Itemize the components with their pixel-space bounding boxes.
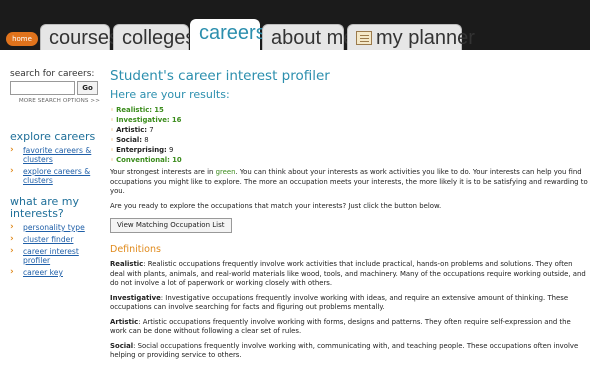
career-key-link[interactable]: career key: [23, 268, 63, 277]
chevron-right-icon: ›: [10, 222, 14, 232]
go-button[interactable]: Go: [77, 81, 98, 95]
results-heading: Here are your results:: [110, 88, 230, 101]
planner-icon: [356, 31, 372, 45]
score-value: 8: [144, 136, 149, 144]
bullet-icon: ◦: [110, 156, 115, 164]
list-item: › cluster finder: [10, 234, 100, 245]
score-item: ◦ Investigative: 16: [110, 115, 588, 125]
chevron-right-icon: ›: [10, 166, 14, 176]
main-content: Student's career interest profiler Here …: [110, 50, 588, 376]
page-title: Student's career interest profiler: [110, 68, 330, 84]
bullet-icon: ◦: [110, 146, 115, 154]
score-name: Realistic:: [116, 106, 153, 114]
definition-term: Investigative: [110, 293, 161, 302]
score-item: ◦ Conventional: 10: [110, 155, 588, 165]
personality-type-link[interactable]: personality type: [23, 223, 85, 232]
score-item: ◦ Enterprising: 9: [110, 145, 588, 155]
explore-careers-link[interactable]: explore careers & clusters: [23, 167, 90, 185]
home-button[interactable]: home: [6, 32, 38, 46]
definition-realistic: Realistic: Realistic occupations frequen…: [110, 260, 588, 289]
score-name: Investigative:: [116, 116, 170, 124]
list-item: › career key: [10, 267, 100, 278]
results-explanation: Your strongest interests are in green. Y…: [110, 168, 588, 197]
search-row: Go: [10, 81, 100, 95]
definition-term: Artistic: [110, 317, 139, 326]
list-item: › favorite careers & clusters: [10, 145, 100, 165]
score-value: 10: [172, 156, 182, 164]
score-list: ◦ Realistic: 15 ◦ Investigative: 16 ◦ Artis…: [110, 105, 588, 165]
definition-investigative: Investigative: Investigative occupations…: [110, 294, 588, 313]
definitions-heading: Definitions: [110, 244, 161, 255]
chevron-right-icon: ›: [10, 246, 14, 256]
score-name: Social:: [116, 136, 142, 144]
definition-text: : Realistic occupations frequently invol…: [110, 260, 586, 287]
career-interest-profiler-link[interactable]: career interest profiler: [23, 247, 79, 265]
score-name: Enterprising:: [116, 146, 167, 154]
chevron-right-icon: ›: [10, 145, 14, 155]
definition-term: Social: [110, 341, 134, 350]
favorite-careers-link[interactable]: favorite careers & clusters: [23, 146, 91, 164]
tab-my-planner[interactable]: my planner: [347, 24, 475, 50]
explanation-green-word: green: [215, 168, 236, 176]
chevron-right-icon: ›: [10, 234, 14, 244]
list-item: › personality type: [10, 222, 100, 233]
score-value: 7: [149, 126, 154, 134]
sidebar: search for careers: Go MORE SEARCH OPTIO…: [0, 50, 106, 376]
tab-about-me[interactable]: about me: [262, 24, 354, 50]
bullet-icon: ◦: [110, 106, 115, 114]
explore-careers-list: › favorite careers & clusters › explore ca…: [10, 145, 100, 186]
tab-careers[interactable]: careers: [190, 19, 266, 50]
definition-text: : Artistic occupations frequently involv…: [110, 317, 571, 336]
explanation-part: Your strongest interests are in: [110, 168, 216, 176]
search-input[interactable]: [10, 81, 75, 95]
score-item: ◦ Social: 8: [110, 135, 588, 145]
bullet-icon: ◦: [110, 136, 115, 144]
view-matching-occupations-button[interactable]: View Matching Occupation List: [110, 218, 232, 233]
definition-text: : Social occupations frequently involve …: [110, 341, 579, 360]
bullet-icon: ◦: [110, 126, 115, 134]
score-item: ◦ Realistic: 15: [110, 105, 588, 115]
explore-careers-heading: explore careers: [10, 130, 96, 143]
tab-courses[interactable]: courses: [40, 24, 119, 50]
chevron-right-icon: ›: [10, 267, 14, 277]
search-label: search for careers:: [10, 69, 95, 79]
score-name: Conventional:: [116, 156, 170, 164]
score-value: 15: [154, 106, 164, 114]
list-item: › career interest profiler: [10, 246, 100, 266]
definition-artistic: Artistic: Artistic occupations frequentl…: [110, 318, 588, 337]
cluster-finder-link[interactable]: cluster finder: [23, 235, 73, 244]
top-navigation: home courses colleges careers about me m…: [0, 0, 590, 50]
list-item: › explore careers & clusters: [10, 166, 100, 186]
tab-my-planner-label: my planner: [376, 27, 475, 49]
interests-list: › personality type › cluster finder › caree…: [10, 222, 100, 278]
tab-colleges[interactable]: colleges: [113, 24, 195, 50]
definition-text: : Investigative occupations frequently i…: [110, 293, 569, 312]
interests-heading: what are my interests?: [10, 195, 80, 220]
score-value: 9: [169, 146, 174, 154]
score-item: ◦ Artistic: 7: [110, 125, 588, 135]
explore-prompt: Are you ready to explore the occupations…: [110, 201, 442, 210]
definition-term: Realistic: [110, 260, 144, 268]
definition-social: Social: Social occupations frequently in…: [110, 342, 588, 361]
more-search-options-link[interactable]: MORE SEARCH OPTIONS >>: [10, 98, 100, 104]
score-name: Artistic:: [116, 126, 148, 134]
score-value: 16: [171, 116, 182, 124]
bullet-icon: ◦: [110, 116, 115, 124]
